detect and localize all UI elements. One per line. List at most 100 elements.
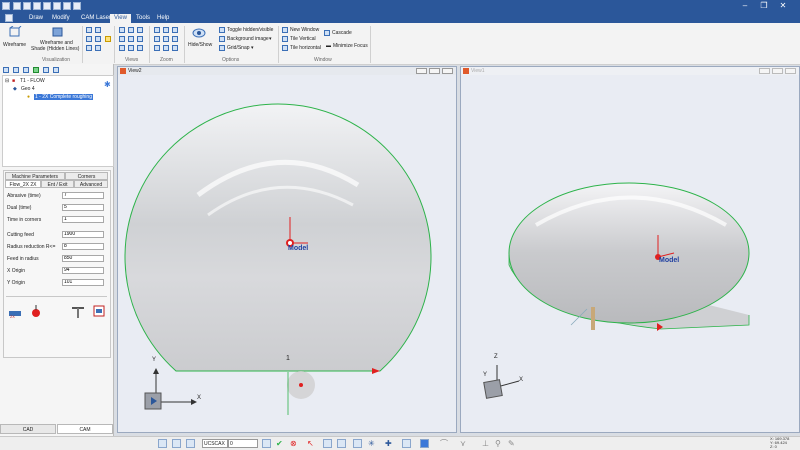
grid-snap-icon[interactable]: [219, 45, 225, 51]
delete-cursor-icon[interactable]: ↖: [307, 439, 314, 448]
cancel-icon[interactable]: ⊗: [290, 439, 297, 448]
dual-input[interactable]: [62, 204, 104, 211]
pen-icon[interactable]: ✎: [508, 439, 515, 448]
pin-icon[interactable]: ⊥: [482, 439, 489, 448]
view-7-icon[interactable]: [119, 45, 125, 51]
tree-item-tool[interactable]: T1 - FLOW: [20, 78, 45, 84]
cascade-icon[interactable]: [324, 30, 330, 36]
tab-cam[interactable]: CAM: [57, 424, 113, 434]
view-bottom-icon[interactable]: [95, 45, 101, 51]
wireframe-shade-label-2[interactable]: Shade (Hidden Lines): [31, 46, 79, 52]
grid-snap-label[interactable]: Grid/Snap: [227, 45, 250, 51]
rotate-icon[interactable]: [172, 36, 178, 42]
snap-mid-icon[interactable]: ✚: [385, 439, 392, 448]
zoom-window-icon[interactable]: [172, 27, 178, 33]
menu-view[interactable]: View: [110, 14, 131, 23]
view-left-icon[interactable]: [86, 45, 92, 51]
tab-advanced[interactable]: Advanced: [74, 180, 108, 188]
feed-radius-input[interactable]: [62, 255, 104, 262]
calculator-icon[interactable]: [262, 439, 271, 448]
help-icon[interactable]: [73, 2, 81, 10]
view-8-icon[interactable]: [128, 45, 134, 51]
view-9-icon[interactable]: [137, 45, 143, 51]
restore-icon[interactable]: ❐: [757, 1, 771, 11]
view1-close-icon[interactable]: [785, 68, 796, 74]
tab-cad[interactable]: CAD: [0, 424, 56, 434]
x-origin-input[interactable]: [62, 267, 104, 274]
plane-xz-icon[interactable]: [172, 439, 181, 448]
cutting-feed-input[interactable]: [62, 231, 104, 238]
pin-star-icon[interactable]: ✱: [104, 80, 111, 89]
tree-expand-icon[interactable]: ⊟: [5, 78, 9, 84]
menu-tools[interactable]: Tools: [132, 14, 154, 23]
menu-help[interactable]: Help: [153, 14, 173, 23]
menu-modify[interactable]: Modify: [48, 14, 74, 23]
view-5-icon[interactable]: [128, 36, 134, 42]
view-front-icon[interactable]: [86, 27, 92, 33]
view-6-icon[interactable]: [137, 36, 143, 42]
view-right-icon[interactable]: [86, 36, 92, 42]
save-icon[interactable]: [33, 2, 41, 10]
view1-canvas[interactable]: Model Z Y X: [461, 75, 799, 432]
view-2-icon[interactable]: [128, 27, 134, 33]
abrasive-jet-icon[interactable]: 2X: [8, 307, 22, 319]
toggle-hidden-icon[interactable]: [219, 27, 225, 33]
abrasive-input[interactable]: [62, 192, 104, 199]
y-origin-input[interactable]: [62, 279, 104, 286]
new-window-icon[interactable]: [282, 27, 288, 33]
hide-show-icon[interactable]: [192, 27, 206, 39]
operation-icon[interactable]: [23, 67, 29, 73]
tile-vertical-icon[interactable]: [282, 36, 288, 42]
tree-item-geo[interactable]: Geo 4: [21, 86, 35, 92]
minimize-focus-icon[interactable]: ▬: [326, 43, 331, 49]
minimize-icon[interactable]: –: [738, 1, 752, 11]
view-4-icon[interactable]: [119, 36, 125, 42]
menu-draw[interactable]: Draw: [25, 14, 47, 23]
part-outline[interactable]: [124, 103, 432, 372]
file-menu-icon[interactable]: [5, 14, 13, 22]
view2-close-icon[interactable]: [442, 68, 453, 74]
close-icon[interactable]: ✕: [776, 1, 790, 11]
snap-end-icon[interactable]: [353, 439, 362, 448]
view2-minimize-icon[interactable]: [416, 68, 427, 74]
view-3-icon[interactable]: [137, 27, 143, 33]
minimize-focus-label[interactable]: Minimize Focus: [333, 43, 368, 49]
redo-icon[interactable]: [63, 2, 71, 10]
tag-icon[interactable]: ⚲: [495, 439, 501, 448]
plane-yz-icon[interactable]: [186, 439, 195, 448]
print-icon[interactable]: [43, 2, 51, 10]
view-1-icon[interactable]: [119, 27, 125, 33]
post-icon[interactable]: [53, 67, 59, 73]
tile-horizontal-icon[interactable]: [282, 45, 288, 51]
dxf-icon[interactable]: [93, 305, 105, 317]
snap-center-icon[interactable]: ✳: [368, 439, 375, 448]
machine-icon[interactable]: [3, 67, 9, 73]
depth-input[interactable]: 0: [228, 439, 258, 448]
color-icon[interactable]: [420, 439, 429, 448]
tab-machine-parameters[interactable]: Machine Parameters: [5, 172, 65, 180]
snap-point-icon[interactable]: [337, 439, 346, 448]
plane-xy-icon[interactable]: [158, 439, 167, 448]
view-iso-icon[interactable]: [95, 36, 101, 42]
pan-icon[interactable]: [163, 36, 169, 42]
tab-ent-exit[interactable]: Ent / Exit: [41, 180, 74, 188]
zoom-in-icon[interactable]: [154, 27, 160, 33]
view1-restore-icon[interactable]: [772, 68, 783, 74]
cascade-label[interactable]: Cascade: [332, 30, 352, 36]
run-icon[interactable]: [33, 67, 39, 73]
new-window-label[interactable]: New Window: [290, 27, 319, 33]
tile-vertical-label[interactable]: Tile Vertical: [290, 36, 316, 42]
undo-icon[interactable]: [53, 2, 61, 10]
measure-icon[interactable]: ⌒: [440, 439, 448, 448]
open-file-icon[interactable]: [23, 2, 31, 10]
filter-icon[interactable]: ⋎: [460, 439, 466, 448]
layer-icon[interactable]: [402, 439, 411, 448]
light-icon[interactable]: [105, 36, 111, 42]
radius-reduction-input[interactable]: [62, 243, 104, 250]
zoom-extents-icon[interactable]: [172, 45, 178, 51]
confirm-icon[interactable]: ✔: [276, 439, 283, 448]
wireframe-label[interactable]: Wireframe: [3, 42, 26, 48]
tile-horizontal-label[interactable]: Tile horizontal: [290, 45, 321, 51]
background-image-label[interactable]: Background image: [227, 36, 269, 42]
snap-grid-icon[interactable]: [323, 439, 332, 448]
